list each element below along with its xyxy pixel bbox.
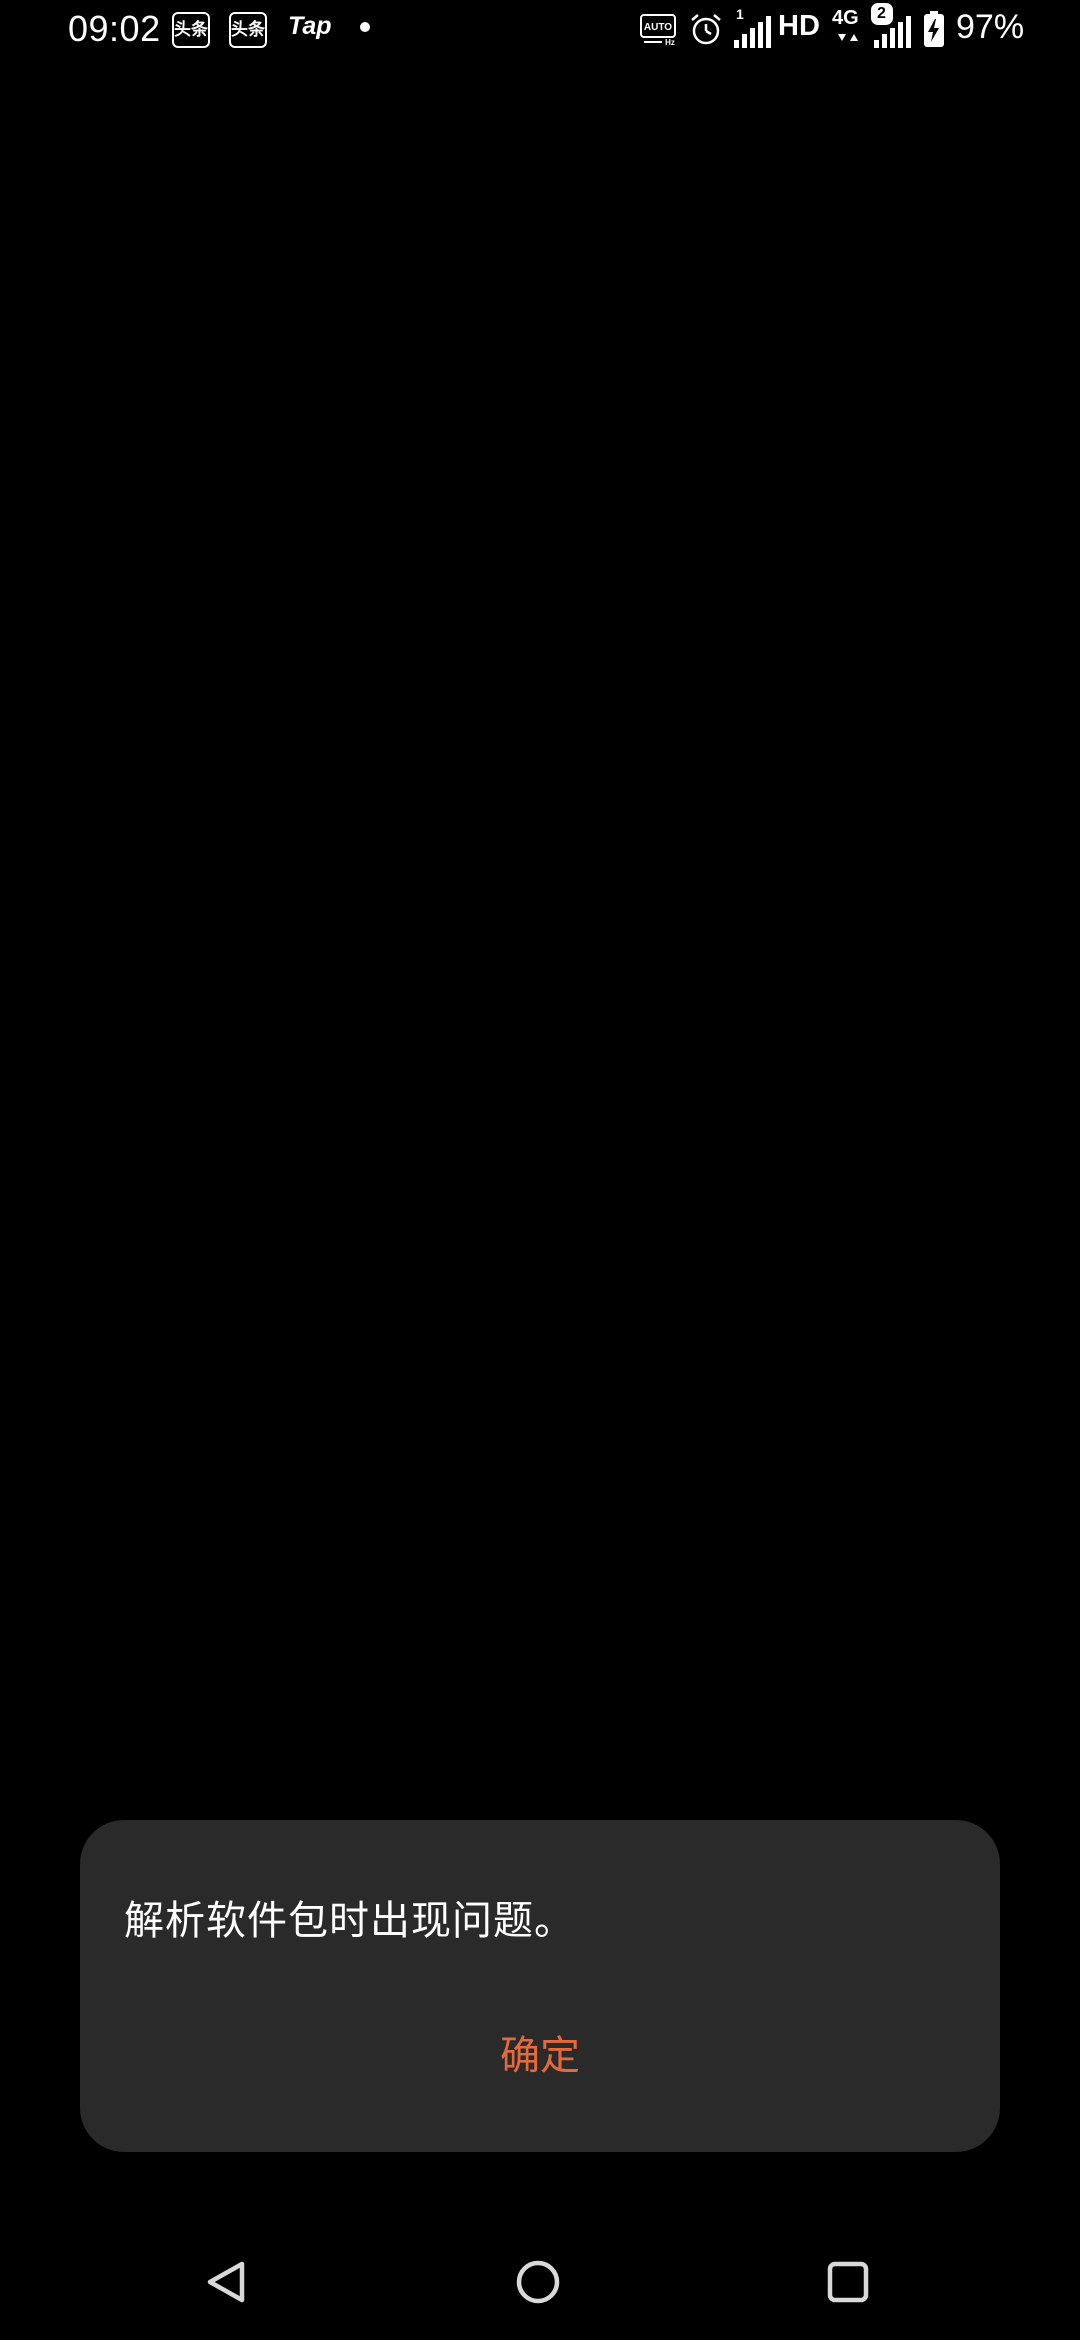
battery-charging-icon bbox=[924, 11, 944, 47]
signal-icon bbox=[734, 16, 771, 48]
error-dialog: 解析软件包时出现问题。 确定 bbox=[80, 1820, 1000, 2152]
home-button[interactable] bbox=[498, 2242, 578, 2322]
battery-percent: 97% bbox=[956, 8, 1025, 46]
svg-text:Hz: Hz bbox=[665, 38, 675, 46]
signal-icon bbox=[874, 16, 911, 48]
alarm-icon bbox=[691, 14, 721, 45]
hd-label: HD bbox=[778, 10, 820, 42]
dot-icon bbox=[360, 22, 370, 32]
screen: 09:02 头条 头条 Tap AUTO Hz 1 HD 4G 2 97% 解析… bbox=[0, 0, 1080, 2340]
navigation-bar bbox=[0, 2220, 1080, 2340]
back-icon bbox=[207, 2261, 245, 2303]
status-bar: 09:02 头条 头条 Tap AUTO Hz 1 HD 4G 2 97% bbox=[0, 0, 1080, 60]
dialog-message: 解析软件包时出现问题。 bbox=[124, 1898, 575, 1944]
taptap-icon: Tap bbox=[288, 12, 332, 40]
back-button[interactable] bbox=[186, 2242, 266, 2322]
confirm-button[interactable]: 确定 bbox=[80, 2016, 1000, 2096]
recents-button[interactable] bbox=[808, 2242, 888, 2322]
toutiao-icon: 头条 bbox=[172, 12, 210, 48]
status-time: 09:02 bbox=[68, 8, 161, 49]
toutiao-icon: 头条 bbox=[229, 12, 267, 48]
recents-icon bbox=[827, 2261, 869, 2303]
network-type-label: 4G bbox=[832, 7, 859, 29]
auto-hz-icon: AUTO Hz bbox=[640, 14, 676, 46]
data-arrows-icon bbox=[838, 34, 858, 41]
svg-text:AUTO: AUTO bbox=[644, 22, 672, 33]
home-icon bbox=[516, 2260, 560, 2304]
